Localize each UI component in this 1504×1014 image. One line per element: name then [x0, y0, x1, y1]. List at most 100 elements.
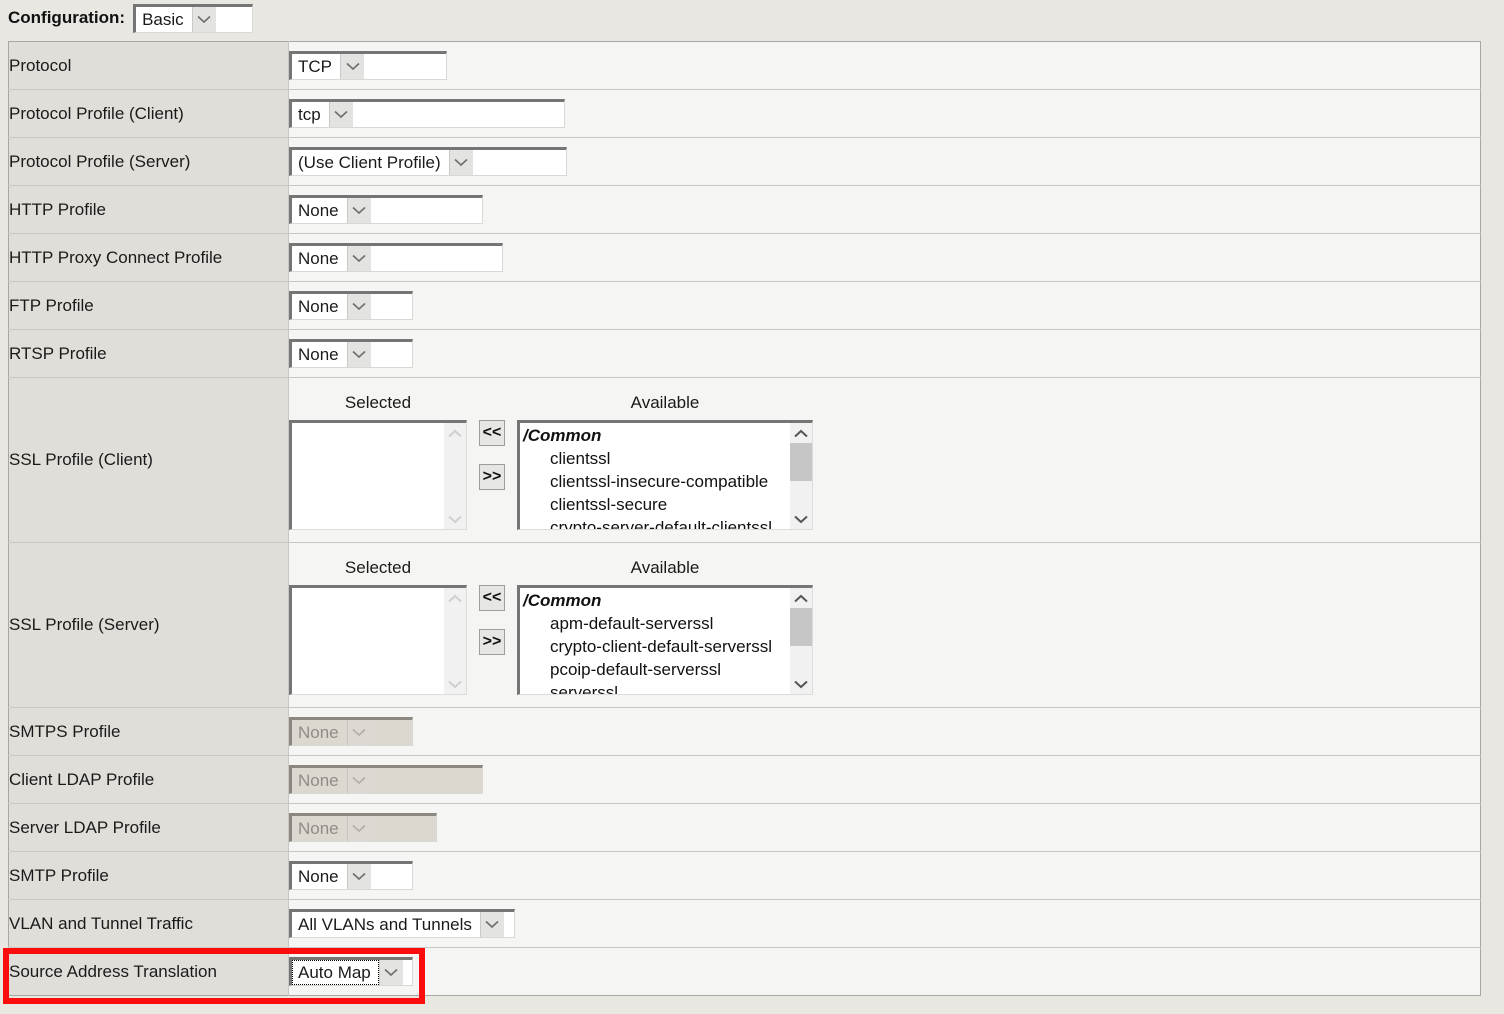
scroll-down-icon[interactable] — [794, 509, 808, 529]
table-row: VLAN and Tunnel Traffic All VLANs and Tu… — [8, 899, 1481, 948]
chevron-down-icon — [479, 912, 504, 937]
row-label-source-address-translation: Source Address Translation — [8, 947, 289, 996]
protocol-select[interactable]: TCP — [289, 51, 447, 80]
row-label-smtp-profile: SMTP Profile — [8, 851, 289, 900]
http-proxy-connect-profile-select[interactable]: None — [289, 243, 503, 272]
vlan-and-tunnel-traffic-select-value: All VLANs and Tunnels — [298, 915, 472, 934]
table-row: HTTP Profile None — [8, 185, 1481, 234]
ssl-client-dual-list: Selected << >> Available /Common clients… — [289, 378, 1480, 542]
row-value-source-address-translation: Auto Map — [288, 947, 1481, 996]
ssl-server-selected-listbox[interactable] — [289, 585, 467, 695]
protocol-profile-client-select[interactable]: tcp — [289, 99, 565, 128]
row-value-ftp-profile: None — [288, 281, 1481, 330]
protocol-profile-client-select-value: tcp — [298, 105, 321, 124]
list-item[interactable]: clientssl — [520, 447, 790, 470]
chevron-down-icon — [346, 294, 371, 319]
configuration-select[interactable]: Basic — [133, 3, 254, 33]
scroll-thumb[interactable] — [790, 443, 812, 481]
row-label-protocol-profile-server: Protocol Profile (Server) — [8, 137, 289, 186]
configuration-table: Protocol TCP Protocol Profile (Client) t… — [8, 41, 1481, 996]
http-profile-select[interactable]: None — [289, 195, 483, 224]
available-list-header: Available — [630, 558, 700, 577]
ftp-profile-select[interactable]: None — [289, 291, 413, 320]
list-item[interactable]: crypto-server-default-clientssl — [520, 516, 790, 529]
ssl-server-selected-column: Selected — [289, 557, 467, 695]
scroll-up-icon[interactable] — [794, 423, 808, 443]
list-item[interactable]: serverssl — [520, 681, 790, 694]
row-label-client-ldap-profile: Client LDAP Profile — [8, 755, 289, 804]
scroll-down-icon[interactable] — [448, 674, 462, 694]
chevron-down-icon — [191, 6, 216, 32]
chevron-down-icon — [346, 342, 371, 367]
scroll-thumb[interactable] — [790, 608, 812, 646]
ssl-client-available-listbox[interactable]: /Common clientssl clientssl-insecure-compa… — [517, 420, 813, 530]
ssl-server-move-left-button[interactable]: << — [479, 585, 505, 611]
scroll-down-icon[interactable] — [448, 509, 462, 529]
chevron-down-icon — [346, 864, 371, 889]
row-label-ssl-profile-server: SSL Profile (Server) — [8, 542, 289, 708]
list-item[interactable]: crypto-client-default-serverssl — [520, 635, 790, 658]
table-row: Protocol Profile (Server) (Use Client Pr… — [8, 137, 1481, 186]
ssl-client-selected-listbox[interactable] — [289, 420, 467, 530]
row-label-smtps-profile: SMTPS Profile — [8, 707, 289, 756]
protocol-profile-server-select[interactable]: (Use Client Profile) — [289, 147, 567, 176]
list-group-header: /Common — [523, 591, 602, 610]
http-profile-select-value: None — [298, 201, 339, 220]
configuration-label: Configuration: — [8, 8, 126, 27]
selected-list-header: Selected — [344, 558, 412, 577]
scroll-down-icon[interactable] — [794, 674, 808, 694]
rtsp-profile-select[interactable]: None — [289, 339, 413, 368]
configuration-bar: Configuration: Basic — [0, 0, 1504, 36]
scroll-up-icon[interactable] — [448, 423, 462, 443]
ssl-server-move-right-button[interactable]: >> — [479, 629, 505, 655]
protocol-select-value: TCP — [298, 57, 332, 76]
smtps-profile-select-value: None — [298, 723, 339, 742]
table-row: SSL Profile (Client) Selected << >> Avai… — [8, 377, 1481, 543]
list-item[interactable]: clientssl-secure — [520, 493, 790, 516]
row-label-ftp-profile: FTP Profile — [8, 281, 289, 330]
row-value-ssl-profile-client: Selected << >> Available /Common clients… — [288, 377, 1481, 543]
list-item[interactable]: clientssl-insecure-compatible — [520, 470, 790, 493]
table-row: FTP Profile None — [8, 281, 1481, 330]
ssl-server-available-scrollbar[interactable] — [790, 588, 812, 694]
list-item[interactable]: apm-default-serverssl — [520, 612, 790, 635]
smtp-profile-select-value: None — [298, 867, 339, 886]
available-list-header: Available — [630, 393, 700, 412]
ssl-client-selected-scrollbar[interactable] — [444, 423, 466, 529]
ftp-profile-select-value: None — [298, 297, 339, 316]
row-value-rtsp-profile: None — [288, 329, 1481, 378]
source-address-translation-select[interactable]: Auto Map — [289, 957, 413, 986]
vlan-and-tunnel-traffic-select[interactable]: All VLANs and Tunnels — [289, 909, 515, 938]
http-proxy-connect-profile-select-value: None — [298, 249, 339, 268]
chevron-down-icon — [340, 54, 364, 79]
chevron-down-icon — [346, 720, 371, 745]
ssl-client-move-right-button[interactable]: >> — [479, 464, 505, 490]
client-ldap-profile-select: None — [289, 765, 483, 794]
ssl-client-available-scrollbar[interactable] — [790, 423, 812, 529]
row-value-protocol-profile-client: tcp — [288, 89, 1481, 138]
chevron-down-icon — [328, 102, 353, 127]
ssl-client-transfer-buttons: << >> — [467, 392, 517, 490]
chevron-down-icon — [346, 198, 371, 223]
source-address-translation-select-value: Auto Map — [292, 960, 379, 985]
ssl-server-available-listbox[interactable]: /Common apm-default-serverssl crypto-clien… — [517, 585, 813, 695]
ssl-server-dual-list: Selected << >> Available /Common apm-def… — [289, 543, 1480, 707]
scroll-up-icon[interactable] — [448, 588, 462, 608]
table-row: SMTPS Profile None — [8, 707, 1481, 756]
protocol-profile-server-select-value: (Use Client Profile) — [298, 153, 441, 172]
scroll-up-icon[interactable] — [794, 588, 808, 608]
row-value-client-ldap-profile: None — [288, 755, 1481, 804]
row-label-http-proxy-connect-profile: HTTP Proxy Connect Profile — [8, 233, 289, 282]
ssl-server-available-items: /Common apm-default-serverssl crypto-clien… — [520, 588, 790, 694]
ssl-client-move-left-button[interactable]: << — [479, 420, 505, 446]
table-row: RTSP Profile None — [8, 329, 1481, 378]
ssl-server-selected-scrollbar[interactable] — [444, 588, 466, 694]
smtp-profile-select[interactable]: None — [289, 861, 413, 890]
row-label-ssl-profile-client: SSL Profile (Client) — [8, 377, 289, 543]
table-row: HTTP Proxy Connect Profile None — [8, 233, 1481, 282]
list-item[interactable]: pcoip-default-serverssl — [520, 658, 790, 681]
ssl-client-selected-items — [292, 423, 444, 529]
ssl-client-available-column: Available /Common clientssl clientssl-inse… — [517, 392, 813, 530]
row-label-rtsp-profile: RTSP Profile — [8, 329, 289, 378]
rtsp-profile-select-value: None — [298, 345, 339, 364]
